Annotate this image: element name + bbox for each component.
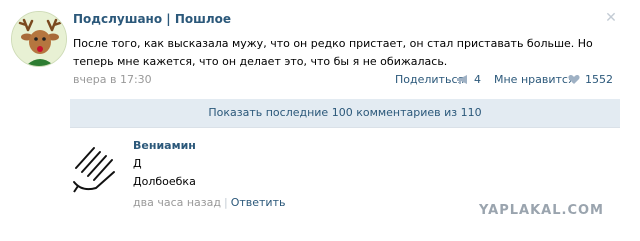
comment-meta: два часа назад | Ответить <box>133 196 285 209</box>
post-author[interactable]: Подслушано | Пошлое <box>73 12 231 26</box>
group-avatar[interactable] <box>11 11 67 67</box>
deer-icon <box>12 12 66 66</box>
megaphone-icon[interactable] <box>456 74 470 85</box>
comment-text-line: Д <box>133 157 142 170</box>
watermark: YAPLAKAL.COM <box>479 203 604 218</box>
post-date[interactable]: вчера в 17:30 <box>73 73 152 86</box>
close-icon[interactable]: ✕ <box>604 11 618 25</box>
comment-time[interactable]: два часа назад <box>133 196 221 209</box>
post-text: После того, как высказала мужу, что он р… <box>73 37 593 68</box>
reply-button[interactable]: Ответить <box>231 196 286 209</box>
comment-author[interactable]: Вениамин <box>133 139 196 152</box>
share-count[interactable]: 4 <box>474 73 481 86</box>
like-count[interactable]: 1552 <box>585 73 613 86</box>
wall-post: ✕ Подслушано | Пошлое После того, как вы… <box>0 0 640 241</box>
show-more-comments-button[interactable]: Показать последние 100 комментариев из 1… <box>70 99 620 127</box>
heart-icon[interactable] <box>568 74 580 85</box>
commenter-avatar[interactable] <box>70 138 126 194</box>
comment-text-line: Долбоебка <box>133 175 196 188</box>
share-button[interactable]: Поделиться <box>395 73 464 86</box>
like-button[interactable]: Мне нравится <box>494 73 575 86</box>
separator: | <box>223 196 228 209</box>
hand-drawing-icon <box>70 138 126 194</box>
divider <box>70 127 620 128</box>
